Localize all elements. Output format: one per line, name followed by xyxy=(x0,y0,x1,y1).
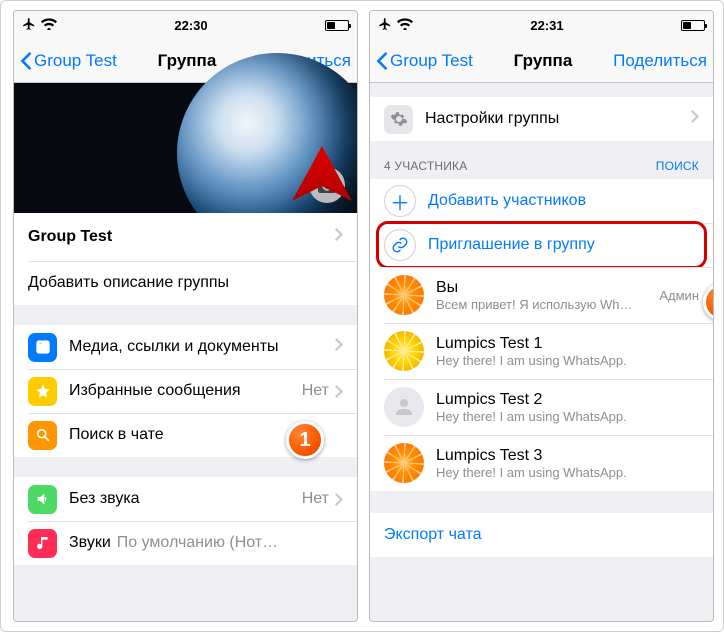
media-icon xyxy=(28,333,57,362)
media-label: Медиа, ссылки и документы xyxy=(69,338,279,356)
chevron-right-icon xyxy=(335,493,343,506)
nav-title: Группа xyxy=(514,51,573,71)
airplane-mode-icon xyxy=(22,17,36,34)
member-row[interactable]: Lumpics Test 3 Hey there! I am using Wha… xyxy=(370,435,713,491)
nav-share-button[interactable]: Поделиться xyxy=(613,51,707,71)
avatar xyxy=(384,387,424,427)
member-row[interactable]: Вы Всем привет! Я использую Wh… Админ xyxy=(370,267,713,323)
mute-value: Нет xyxy=(302,490,329,508)
member-status: Hey there! I am using WhatsApp. xyxy=(436,353,699,368)
status-bar: 22:30 xyxy=(14,11,357,39)
plus-icon: ＋ xyxy=(384,185,416,217)
member-row[interactable]: Lumpics Test 2 Hey there! I am using Wha… xyxy=(370,379,713,435)
starred-messages-cell[interactable]: Избранные сообщения Нет xyxy=(14,369,357,413)
status-bar: 22:31 xyxy=(370,11,713,39)
chat-search-cell[interactable]: Поиск в чате xyxy=(14,413,357,457)
add-members-label: Добавить участников xyxy=(428,192,586,210)
battery-icon xyxy=(325,20,349,31)
music-note-icon xyxy=(28,529,57,558)
member-role: Админ xyxy=(659,288,699,303)
member-row[interactable]: Lumpics Test 1 Hey there! I am using Wha… xyxy=(370,323,713,379)
member-status: Hey there! I am using WhatsApp. xyxy=(436,409,699,424)
mute-cell[interactable]: Без звука Нет xyxy=(14,477,357,521)
battery-icon xyxy=(681,20,705,31)
nav-back-button[interactable]: Group Test xyxy=(20,51,117,71)
chevron-right-icon xyxy=(335,385,343,398)
group-settings-cell[interactable]: Настройки группы xyxy=(370,97,713,141)
starred-label: Избранные сообщения xyxy=(69,382,241,400)
sounds-label: Звуки xyxy=(69,534,111,552)
phone-screen-2: 22:31 Group Test Группа Поделиться Настр… xyxy=(369,10,714,622)
group-name-label: Group Test xyxy=(28,228,112,246)
chat-search-label: Поиск в чате xyxy=(69,426,164,444)
group-photo[interactable] xyxy=(14,83,357,213)
camera-icon xyxy=(318,178,336,193)
wifi-icon xyxy=(397,18,413,33)
wifi-icon xyxy=(41,18,57,33)
airplane-mode-icon xyxy=(378,17,392,34)
member-status: Hey there! I am using WhatsApp. xyxy=(436,465,699,480)
member-name: Lumpics Test 3 xyxy=(436,447,699,465)
chevron-right-icon xyxy=(335,228,343,246)
member-name: Вы xyxy=(436,279,659,297)
export-chat-cell[interactable]: Экспорт чата xyxy=(370,513,713,557)
members-count-label: 4 УЧАСТНИКА xyxy=(384,159,467,173)
invite-link-label: Приглашение в группу xyxy=(428,236,595,254)
status-time: 22:31 xyxy=(530,18,563,33)
chevron-right-icon xyxy=(335,338,343,356)
sounds-cell[interactable]: Звуки По умолчанию (Нот… xyxy=(14,521,357,565)
sounds-value: По умолчанию (Нот… xyxy=(117,534,278,552)
search-icon xyxy=(28,421,57,450)
nav-bar: Group Test Группа Поделиться xyxy=(370,39,713,83)
nav-title: Группа xyxy=(158,51,217,71)
member-name: Lumpics Test 2 xyxy=(436,391,699,409)
nav-back-button[interactable]: Group Test xyxy=(376,51,473,71)
nav-back-label: Group Test xyxy=(390,51,473,71)
group-name-cell[interactable]: Group Test xyxy=(14,213,357,261)
group-description-label: Добавить описание группы xyxy=(28,274,229,292)
invite-link-cell[interactable]: Приглашение в группу xyxy=(370,223,713,267)
link-icon xyxy=(384,229,416,261)
members-section-header: 4 УЧАСТНИКА ПОИСК xyxy=(370,141,713,179)
add-members-cell[interactable]: ＋ Добавить участников xyxy=(370,179,713,223)
phone-screen-1: 22:30 Group Test Группа Поделиться Group… xyxy=(13,10,358,622)
starred-value: Нет xyxy=(302,382,329,400)
chevron-right-icon xyxy=(691,110,699,128)
export-chat-label: Экспорт чата xyxy=(384,526,482,544)
gear-icon xyxy=(384,105,413,134)
member-name: Lumpics Test 1 xyxy=(436,335,699,353)
change-photo-button[interactable] xyxy=(309,167,345,203)
avatar xyxy=(384,275,424,315)
mute-label: Без звука xyxy=(69,490,140,508)
avatar xyxy=(384,331,424,371)
speaker-icon xyxy=(28,485,57,514)
group-description-cell[interactable]: Добавить описание группы xyxy=(14,261,357,305)
members-search-button[interactable]: ПОИСК xyxy=(656,159,699,173)
member-status: Всем привет! Я использую Wh… xyxy=(436,297,659,312)
nav-back-label: Group Test xyxy=(34,51,117,71)
avatar xyxy=(384,443,424,483)
star-icon xyxy=(28,377,57,406)
group-settings-label: Настройки группы xyxy=(425,110,559,128)
status-time: 22:30 xyxy=(174,18,207,33)
media-links-docs-cell[interactable]: Медиа, ссылки и документы xyxy=(14,325,357,369)
